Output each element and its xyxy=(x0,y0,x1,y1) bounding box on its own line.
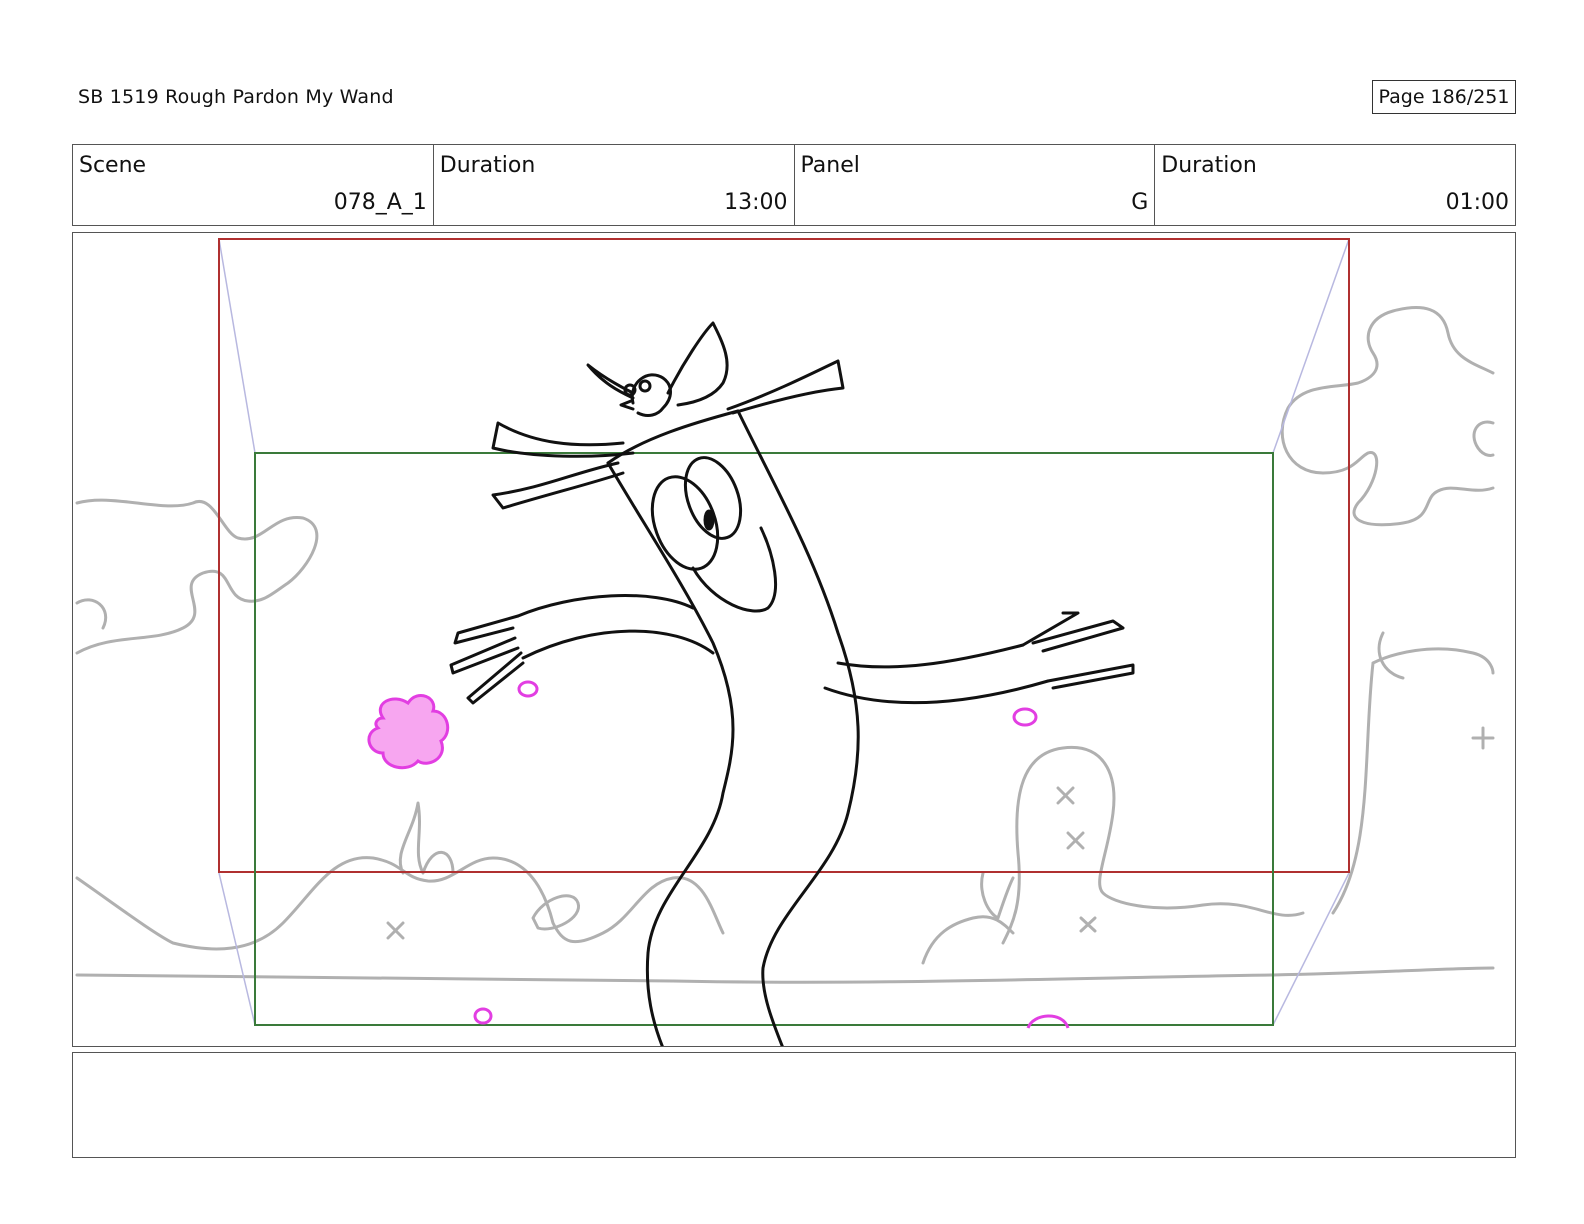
wand-body-left xyxy=(606,461,735,1046)
document-title: SB 1519 Rough Pardon My Wand xyxy=(78,86,394,108)
panel-value: G xyxy=(1131,190,1149,215)
wand-ribbon-right xyxy=(726,359,845,415)
bird-eye-2 xyxy=(638,379,652,393)
bg-plant-left xyxy=(398,801,455,875)
bg-cloud-left-inner xyxy=(75,598,108,630)
wand-arm-right xyxy=(823,643,1050,705)
wand-ribbon-left xyxy=(491,421,635,510)
magenta-dot-2 xyxy=(1012,707,1038,727)
panel-label: Panel xyxy=(800,153,860,178)
camera-line-tr xyxy=(1272,238,1350,454)
wand-smile xyxy=(691,526,777,613)
magenta-dot-3 xyxy=(473,1007,493,1025)
scene-info-table: Scene 078_A_1 Duration 13:00 Panel G Dur… xyxy=(72,144,1516,226)
scene-cell: Scene 078_A_1 xyxy=(73,145,434,225)
bg-mound-right xyxy=(921,915,1015,965)
magenta-puff xyxy=(367,694,450,770)
bg-tree-right-inner xyxy=(1472,420,1495,457)
bg-hill-left-small xyxy=(531,894,580,931)
panel-cell: Panel G xyxy=(795,145,1156,225)
wand-pupil xyxy=(703,509,715,531)
scene-value: 078_A_1 xyxy=(333,190,427,215)
wand-body-right xyxy=(736,409,860,1046)
magenta-dot-1 xyxy=(517,680,539,698)
bird-wing-up xyxy=(666,321,729,407)
red-camera-frame xyxy=(218,238,1350,873)
wand-top xyxy=(606,409,740,465)
scene-label: Scene xyxy=(79,153,147,178)
wand-hand-right xyxy=(1021,611,1135,690)
page-number: Page 186/251 xyxy=(1372,80,1516,114)
panel-notes xyxy=(72,1052,1516,1158)
bg-tombstone-right xyxy=(1001,745,1305,945)
wand-eye-right xyxy=(683,456,743,540)
wand-arm-left xyxy=(516,594,715,660)
scene-duration-cell: Duration 13:00 xyxy=(434,145,795,225)
magenta-dot-4 xyxy=(1026,1014,1070,1029)
panel-duration-value: 01:00 xyxy=(1445,190,1509,215)
panel-duration-label: Duration xyxy=(1161,153,1257,178)
panel-duration-cell: Duration 01:00 xyxy=(1155,145,1515,225)
wand-character xyxy=(449,321,1135,1046)
bg-ground-line xyxy=(75,966,1495,984)
bg-x-marks xyxy=(386,726,1495,940)
bg-plant-right xyxy=(980,631,1405,920)
storyboard-drawing xyxy=(75,238,1495,1046)
camera-line-tl xyxy=(218,238,256,454)
wand-hand-left xyxy=(449,614,525,705)
bird-beak xyxy=(619,399,635,411)
bg-cloud-left xyxy=(75,498,319,655)
camera-line-br xyxy=(1272,872,1350,1026)
magenta-sparkles xyxy=(367,680,1070,1029)
scene-duration-value: 13:00 xyxy=(724,190,788,215)
bird-body xyxy=(630,373,672,417)
background-sketch xyxy=(75,306,1495,984)
storyboard-panel xyxy=(72,232,1516,1047)
bg-grave-far-right xyxy=(1331,647,1495,915)
scene-duration-label: Duration xyxy=(439,153,536,178)
